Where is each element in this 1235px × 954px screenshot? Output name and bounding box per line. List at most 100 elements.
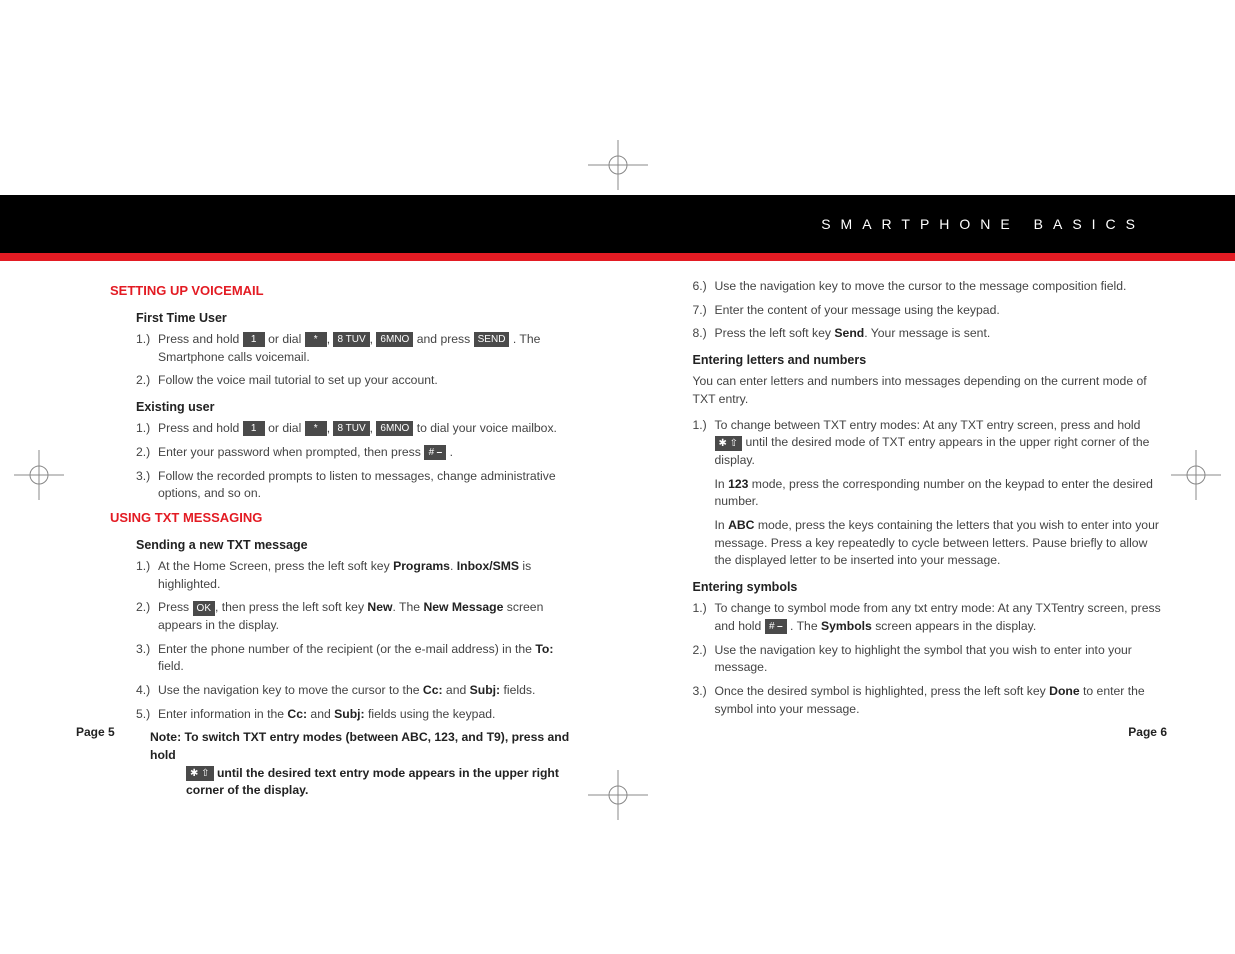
letters-intro: You can enter letters and numbers into m… [693,373,1166,408]
header-band: SMARTPHONE BASICS [0,195,1235,253]
step-body: Enter the content of your message using … [715,302,1166,320]
registration-mark-left [14,450,64,500]
t: In [715,518,729,532]
key-starshift-icon: ✱ ⇧ [715,436,743,451]
step-num: 7.) [693,302,715,320]
t: To: [535,642,553,656]
sending-heading: Sending a new TXT message [136,536,583,554]
t: to dial your voice mailbox. [417,421,557,435]
t: Subj: [470,683,500,697]
header-title: SMARTPHONE BASICS [821,216,1145,232]
registration-mark-bottom [588,770,648,820]
step-num: 5.) [136,706,158,724]
content: SETTING UP VOICEMAIL First Time User 1.)… [110,278,1165,754]
t: , [327,421,334,435]
first-time-heading: First Time User [136,309,583,327]
t: mode, press the corresponding number on … [715,477,1153,509]
letters-abc: In ABC mode, press the keys containing t… [715,517,1166,570]
registration-mark-right [1171,450,1221,500]
t: until the desired mode of TXT entry appe… [715,435,1150,467]
t: . The [392,600,423,614]
t: To change between TXT entry modes: At an… [715,418,1141,432]
t: mode, press the keys containing the lett… [715,518,1159,567]
step-body: Press OK, then press the left soft key N… [158,599,583,634]
t: Enter the phone number of the recipient … [158,642,535,656]
t: , [370,332,377,346]
key-1-icon: 1 [243,332,265,347]
note-line: To switch TXT entry modes (between ABC, … [150,730,569,762]
key-send-icon: SEND [474,332,510,347]
step-num: 6.) [693,278,715,296]
send-step1: 1.) At the Home Screen, press the left s… [136,558,583,593]
step-num: 8.) [693,325,715,343]
t: Press [158,600,193,614]
step-body: Use the navigation key to move the curso… [715,278,1166,296]
sym-step1: 1.) To change to symbol mode from any tx… [693,600,1166,635]
t: or dial [268,332,305,346]
step-num: 1.) [693,417,715,470]
step-num: 2.) [136,372,158,390]
step-body: At the Home Screen, press the left soft … [158,558,583,593]
ft-step1: 1.) Press and hold 1 or dial *, 8 TUV, 6… [136,331,583,366]
step-num: 3.) [136,641,158,676]
t: ABC [728,518,754,532]
t: 123 [728,477,748,491]
t: , then press the left soft key [215,600,367,614]
t: At the Home Screen, press the left soft … [158,559,393,573]
key-8-icon: 8 TUV [333,332,369,347]
t: Cc: [287,707,307,721]
t: New [367,600,392,614]
t: New Message [423,600,503,614]
existing-heading: Existing user [136,398,583,416]
ft-step2: 2.) Follow the voice mail tutorial to se… [136,372,583,390]
send-step5: 5.) Enter information in the Cc: and Sub… [136,706,583,724]
key-star-icon: * [305,332,327,347]
send-step2: 2.) Press OK, then press the left soft k… [136,599,583,634]
step-body: Use the navigation key to highlight the … [715,642,1166,677]
t: and [307,707,334,721]
step-body: Once the desired symbol is highlighted, … [715,683,1166,718]
step-num: 3.) [693,683,715,718]
step-body: Use the navigation key to move the curso… [158,682,583,700]
key-6-icon: 6MNO [376,332,413,347]
t: Symbols [821,619,872,633]
key-hash-icon: # ⎯ [765,619,787,634]
step-num: 4.) [136,682,158,700]
t: fields. [500,683,535,697]
t: screen appears in the display. [872,619,1036,633]
t: Inbox/SMS [457,559,519,573]
t: In [715,477,729,491]
send-step3: 3.) Enter the phone number of the recipi… [136,641,583,676]
ex-step3: 3.) Follow the recorded prompts to liste… [136,468,583,503]
letters-step1: 1.) To change between TXT entry modes: A… [693,417,1166,470]
r-step7: 7.) Enter the content of your message us… [693,302,1166,320]
key-starshift-icon: ✱ ⇧ [186,766,214,781]
step-num: 1.) [136,420,158,438]
t: , [370,421,377,435]
t: Once the desired symbol is highlighted, … [715,684,1050,698]
step-body: Enter the phone number of the recipient … [158,641,583,676]
t: Press the left soft key [715,326,835,340]
step-body: Follow the recorded prompts to listen to… [158,468,583,503]
t: Done [1049,684,1079,698]
t: fields using the keypad. [365,707,496,721]
t: field. [158,659,184,673]
step-num: 1.) [136,331,158,366]
step-num: 1.) [693,600,715,635]
registration-mark-top [588,140,648,190]
letters-123: In 123 mode, press the corresponding num… [715,476,1166,511]
key-6-icon: 6MNO [376,421,413,436]
step-body: Enter information in the Cc: and Subj: f… [158,706,583,724]
t: Cc: [423,683,443,697]
t: . [450,559,457,573]
ex-step2: 2.) Enter your password when prompted, t… [136,444,583,462]
t: Enter information in the [158,707,287,721]
key-ok-icon: OK [193,601,215,616]
step-num: 2.) [136,599,158,634]
t: Send [834,326,864,340]
t: . Your message is sent. [864,326,990,340]
t: , [327,332,334,346]
step-num: 3.) [136,468,158,503]
r-step6: 6.) Use the navigation key to move the c… [693,278,1166,296]
step-body: Press the left soft key Send. Your messa… [715,325,1166,343]
